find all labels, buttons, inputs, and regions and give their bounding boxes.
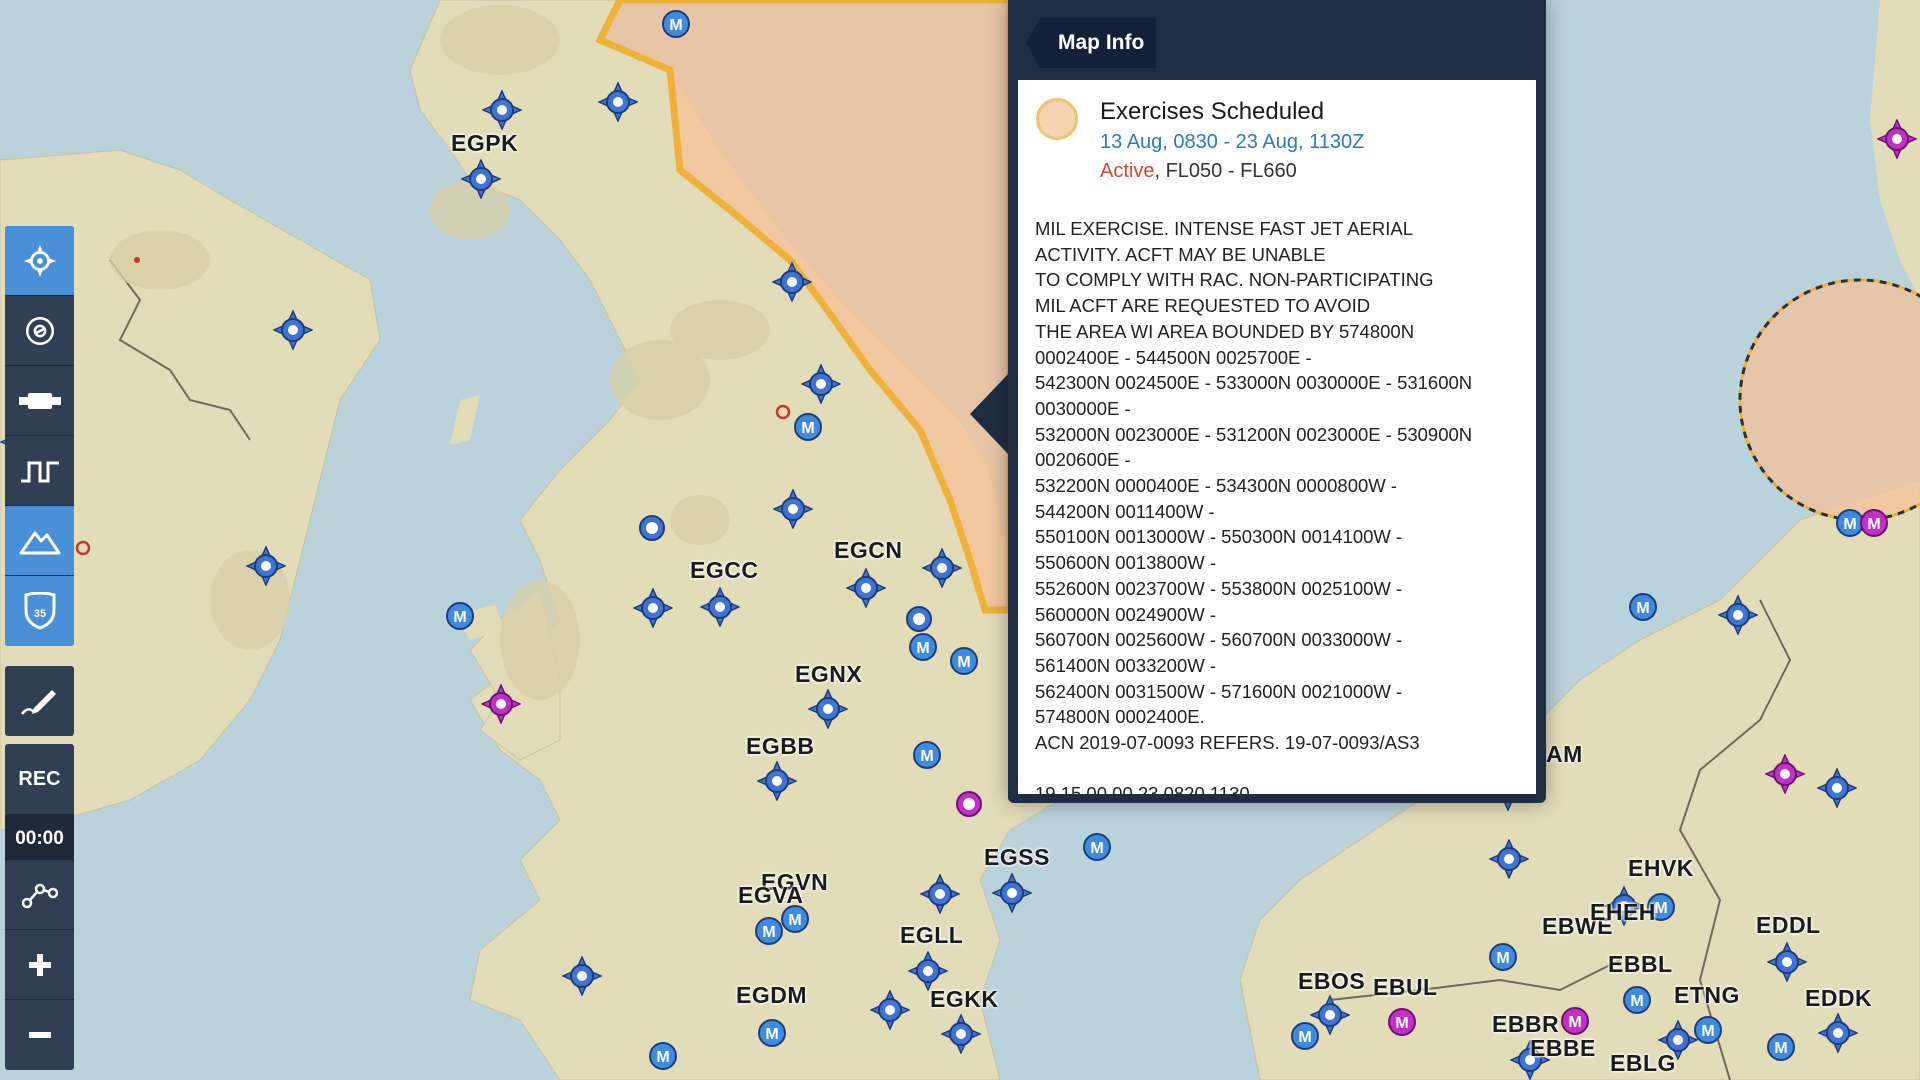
notam-line: 19 15 00 00 23 0820 1130 [1035,783,1250,794]
airport-label: EGVA [738,882,804,908]
airport-label: EGNX [795,661,863,687]
map-layer-toolbar: 35 [5,226,74,646]
altitude-range: , FL050 - FL660 [1154,160,1297,182]
airport-label: EBBE [1530,1035,1596,1061]
airport-label: EHEH [1590,899,1656,925]
airspace-schedule: 13 Aug, 0830 - 23 Aug, 1130Z [1100,131,1365,153]
svg-text:35: 35 [33,608,45,620]
record-label: REC [18,767,61,790]
airport-label: EGCN [834,537,903,563]
zoom-out-button[interactable] [5,1000,74,1070]
airport-label: EGSS [984,844,1050,870]
airport-label: EBBR [1492,1011,1560,1037]
notam-line: 561400N 0033200W - [1035,654,1217,676]
notam-line: 542300N 0024500E - 533000N 0030000E - 53… [1035,372,1473,394]
notam-line: ACTIVITY. ACFT MAY BE UNABLE [1035,243,1326,265]
minus-icon [28,1032,51,1038]
runway-layer-button[interactable] [5,366,74,436]
airspace-layer-button[interactable] [5,436,74,506]
notam-line: MIL ACFT ARE REQUESTED TO AVOID [1035,295,1371,317]
reporting-point-marker [134,257,140,263]
airport-label: AM [1546,741,1583,767]
airport-icon [23,244,56,277]
record-toolbar: REC 00:00 [5,744,74,864]
navaid-icon [25,316,54,345]
notam-line: TO COMPLY WITH RAC. NON-PARTICIPATING [1035,269,1434,291]
airport-label: EGDM [736,982,807,1008]
airport-label: EGCC [690,557,759,583]
airport-label: ETNG [1674,982,1740,1008]
notam-line: 532000N 0023000E - 531200N 0023000E - 53… [1035,423,1473,445]
zoom-in-button[interactable] [5,930,74,1000]
notam-line: MIL EXERCISE. INTENSE FAST JET AERIAL [1035,218,1413,239]
plus-icon [28,953,51,976]
notam-line: 0030000E - [1035,397,1131,419]
notam-line: 574800N 0002400E. [1035,706,1205,728]
record-button[interactable]: REC [5,744,74,814]
airport-label: EDDL [1756,912,1821,938]
map-info-content[interactable]: Exercises Scheduled 13 Aug, 0830 - 23 Au… [1018,80,1536,794]
airport-label: EBOS [1298,968,1366,994]
runway-icon [18,392,61,409]
notam-line: 560000N 0024900W - [1035,603,1217,625]
airport-label: EBUL [1373,974,1438,1000]
route-shield-layer-button[interactable]: 35 [5,576,74,646]
notam-line: 562400N 0031500W - 571600N 0021000W - [1035,680,1403,702]
notam-line [1035,756,1528,782]
airport-label: EGPK [451,130,519,156]
airspace-profile-icon [20,461,59,482]
airspace-title: Exercises Scheduled [1100,98,1325,125]
pencil-icon [20,690,56,715]
airport-label: EDDK [1805,985,1873,1011]
zoom-toolbar [5,860,74,1070]
airspace-status: Active, FL050 - FL660 [1100,160,1297,183]
highway-shield-icon: 35 [24,592,55,630]
record-timer: 00:00 [5,814,74,864]
airport-label: EGBB [746,733,815,759]
draw-button[interactable] [5,666,74,736]
notam-line: 560700N 0025600W - 560700N 0033000W - [1035,629,1403,651]
map-info-popover: Map Info Exercises Scheduled 13 Aug, 083… [1008,0,1546,803]
terrain-layer-button[interactable] [5,506,74,576]
airport-label: EBBL [1608,951,1673,977]
airports-layer-button[interactable] [5,226,74,296]
airport-label: EBLG [1610,1050,1676,1076]
airport-label: EGLL [900,922,964,948]
notam-line: ACN 2019-07-0093 REFERS. 19-07-0093/AS3 [1035,732,1420,754]
notam-line: 552600N 0023700W - 553800N 0025100W - [1035,577,1403,599]
map-info-tab[interactable]: Map Info [1026,18,1157,68]
notam-line: 532200N 0000400E - 534300N 0000800W - [1035,475,1398,497]
notam-line: 0020600E - [1035,449,1131,471]
draw-toolbar [5,666,74,736]
popover-pointer [970,372,1010,456]
notam-text: MIL EXERCISE. INTENSE FAST JET AERIAL AC… [1035,216,1528,794]
notam-line: 544200N 0011400W - [1035,500,1215,522]
status-active: Active [1100,160,1155,182]
airport-label: EGKK [930,986,999,1012]
mountain-icon [19,531,60,554]
airspace-color-swatch [1036,98,1078,140]
notam-line: 550600N 0013800W - [1035,552,1217,574]
route-icon [21,883,58,908]
notam-line: THE AREA WI AREA BOUNDED BY 574800N [1035,320,1415,342]
navaids-layer-button[interactable] [5,296,74,366]
notam-line: 550100N 0013000W - 550300N 0014100W - [1035,526,1403,548]
notam-line: 0002400E - 544500N 0025700E - [1035,346,1312,368]
airport-label: EHVK [1628,855,1694,881]
route-button[interactable] [5,860,74,930]
